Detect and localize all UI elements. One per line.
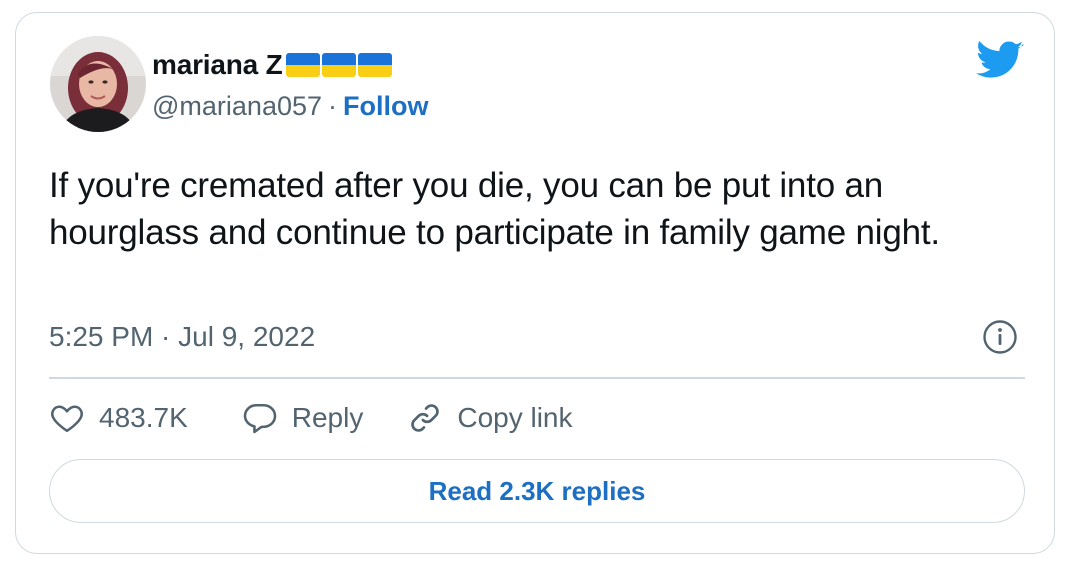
ukraine-flag-icon xyxy=(286,53,321,77)
like-count: 483.7K xyxy=(99,402,188,433)
avatar[interactable] xyxy=(50,36,146,132)
twitter-bird-icon[interactable] xyxy=(976,41,1024,81)
ukraine-flag-icon xyxy=(358,53,393,77)
tweet-card: mariana Z @mariana057 · Follow If you're… xyxy=(15,12,1055,554)
separator-dot: · xyxy=(328,90,338,121)
link-icon xyxy=(411,404,440,432)
tweet-text: If you're cremated after you die, you ca… xyxy=(49,166,940,252)
reply-label: Reply xyxy=(291,402,364,433)
flag-emojis xyxy=(284,53,393,77)
reply-button[interactable]: Reply xyxy=(242,400,364,436)
follow-button[interactable]: Follow xyxy=(343,91,428,122)
ukraine-flag-icon xyxy=(322,53,357,77)
heart-icon xyxy=(51,405,83,433)
action-bar: 483.7K Reply Copy link xyxy=(49,396,573,440)
like-button[interactable]: 483.7K xyxy=(49,400,188,436)
copy-link-button[interactable]: Copy link xyxy=(407,400,573,436)
avatar-image xyxy=(50,36,146,132)
reply-bubble-icon xyxy=(243,403,277,434)
author-name-row: mariana Z xyxy=(152,48,393,82)
read-replies-button[interactable]: Read 2.3K replies xyxy=(49,459,1025,523)
tweet-timestamp[interactable]: 5:25 PM · Jul 9, 2022 xyxy=(49,319,315,355)
divider xyxy=(49,377,1025,379)
info-icon[interactable] xyxy=(982,319,1018,355)
copy-link-label: Copy link xyxy=(457,402,573,433)
author-handle-row: @mariana057 · Follow xyxy=(152,88,429,124)
author-handle[interactable]: @mariana057 xyxy=(152,91,322,122)
author-name[interactable]: mariana Z xyxy=(152,49,283,81)
